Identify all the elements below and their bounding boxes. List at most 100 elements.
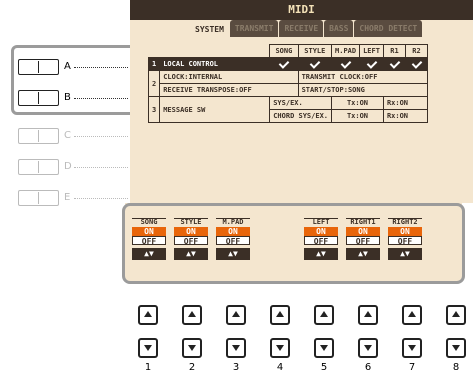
on-option: ON (346, 227, 380, 236)
up-down-arrows-icon: ▲▼ (174, 248, 208, 260)
row-value: TRANSMIT CLOCK:OFF (297, 70, 428, 84)
row-number: 1 (147, 57, 161, 71)
control-right2[interactable]: RIGHT2 ON OFF ▲▼ (388, 218, 422, 260)
check-icon (366, 60, 377, 67)
row-local-control[interactable]: 1 LOCAL CONTROL (147, 57, 428, 71)
down-arrow-icon (452, 345, 460, 351)
up-button-8[interactable] (446, 305, 466, 325)
down-button-4[interactable] (270, 338, 290, 358)
button-e[interactable] (18, 190, 59, 206)
control-name: M.PAD (216, 218, 250, 227)
down-button-8[interactable] (446, 338, 466, 358)
tab-bass[interactable]: BASS (324, 20, 354, 37)
row-number: 3 (147, 96, 161, 123)
down-button-6[interactable] (358, 338, 378, 358)
down-button-2[interactable] (182, 338, 202, 358)
up-button-6[interactable] (358, 305, 378, 325)
row-label: MESSAGE SW (159, 96, 271, 123)
down-button-7[interactable] (402, 338, 422, 358)
up-button-2[interactable] (182, 305, 202, 325)
system-table: SONG STYLE M.PAD LEFT R1 R2 1 LOCAL CONT… (147, 44, 428, 123)
row-label: RECEIVE TRANSPOSE:OFF (159, 83, 299, 97)
up-button-3[interactable] (226, 305, 246, 325)
up-button-5[interactable] (314, 305, 334, 325)
control-name: LEFT (304, 218, 338, 227)
down-button-3[interactable] (226, 338, 246, 358)
col-mpad: M.PAD (331, 44, 361, 58)
button-a[interactable] (18, 59, 59, 75)
up-button-4[interactable] (270, 305, 290, 325)
row-sysex[interactable]: 3 MESSAGE SW SYS/EX. Tx:ON Rx:ON (147, 96, 428, 123)
col-left: LEFT (359, 44, 384, 58)
button-b-label: B (64, 92, 71, 103)
button-c[interactable] (18, 128, 59, 144)
lcd-screen: MIDI SYSTEM TRANSMIT RECEIVE BASS CHORD … (130, 0, 473, 203)
tab-bar: SYSTEM TRANSMIT RECEIVE BASS CHORD DETEC… (190, 20, 423, 40)
tab-transmit[interactable]: TRANSMIT (229, 20, 279, 37)
on-option: ON (132, 227, 166, 236)
control-style[interactable]: STYLE ON OFF ▲▼ (174, 218, 208, 260)
up-button-1[interactable] (138, 305, 158, 325)
down-arrow-icon (320, 345, 328, 351)
row-receive-transpose[interactable]: RECEIVE TRANSPOSE:OFF START/STOP:SONG (149, 83, 428, 97)
leader-a (74, 67, 128, 68)
col-r1: R1 (382, 44, 406, 58)
on-option: ON (216, 227, 250, 236)
down-arrow-icon (144, 345, 152, 351)
control-song[interactable]: SONG ON OFF ▲▼ (132, 218, 166, 260)
col-r2: R2 (404, 44, 428, 58)
button-number: 1 (144, 362, 152, 373)
up-arrow-icon (144, 311, 152, 317)
off-option: OFF (388, 236, 422, 246)
tab-receive[interactable]: RECEIVE (279, 20, 324, 37)
up-arrow-icon (276, 311, 284, 317)
up-down-arrows-icon: ▲▼ (216, 248, 250, 260)
leader-d (74, 167, 128, 168)
tab-chord-detect[interactable]: CHORD DETECT (354, 20, 423, 37)
button-number: 8 (452, 362, 460, 373)
button-c-label: C (64, 130, 71, 141)
control-left[interactable]: LEFT ON OFF ▲▼ (304, 218, 338, 260)
down-button-1[interactable] (138, 338, 158, 358)
down-arrow-icon (232, 345, 240, 351)
screen-title: MIDI (130, 0, 473, 20)
button-b[interactable] (18, 90, 59, 106)
up-down-arrows-icon: ▲▼ (388, 248, 422, 260)
on-option: ON (304, 227, 338, 236)
up-arrow-icon (408, 311, 416, 317)
row-clock[interactable]: 2 CLOCK:INTERNAL TRANSMIT CLOCK:OFF (147, 70, 428, 97)
tab-system[interactable]: SYSTEM (190, 20, 229, 40)
button-number: 5 (320, 362, 328, 373)
chord-sysex-label: CHORD SYS/EX. (269, 109, 333, 123)
check-icon (411, 60, 422, 67)
col-style: STYLE (297, 44, 333, 58)
off-option: OFF (216, 236, 250, 246)
on-option: ON (174, 227, 208, 236)
down-arrow-icon (408, 345, 416, 351)
col-song: SONG (269, 44, 299, 58)
chord-sysex-rx: Rx:ON (382, 109, 428, 123)
control-right1[interactable]: RIGHT1 ON OFF ▲▼ (346, 218, 380, 260)
down-arrow-icon (188, 345, 196, 351)
button-number: 7 (408, 362, 416, 373)
down-arrow-icon (276, 345, 284, 351)
button-d[interactable] (18, 159, 59, 175)
button-number: 6 (364, 362, 372, 373)
leader-e (74, 198, 128, 199)
sysex-rx: Rx:ON (382, 96, 428, 110)
control-name: SONG (132, 218, 166, 227)
row-label: CLOCK:INTERNAL (159, 70, 299, 84)
on-option: ON (388, 227, 422, 236)
sysex-label: SYS/EX. (269, 96, 333, 110)
row-label: LOCAL CONTROL (159, 57, 271, 71)
up-button-7[interactable] (402, 305, 422, 325)
button-e-label: E (64, 192, 71, 203)
leader-b (74, 98, 128, 99)
button-number: 4 (276, 362, 284, 373)
up-down-arrows-icon: ▲▼ (132, 248, 166, 260)
down-button-5[interactable] (314, 338, 334, 358)
chord-sysex-tx: Tx:ON (331, 109, 384, 123)
control-mpad[interactable]: M.PAD ON OFF ▲▼ (216, 218, 250, 260)
off-option: OFF (132, 236, 166, 246)
button-d-label: D (64, 161, 72, 172)
